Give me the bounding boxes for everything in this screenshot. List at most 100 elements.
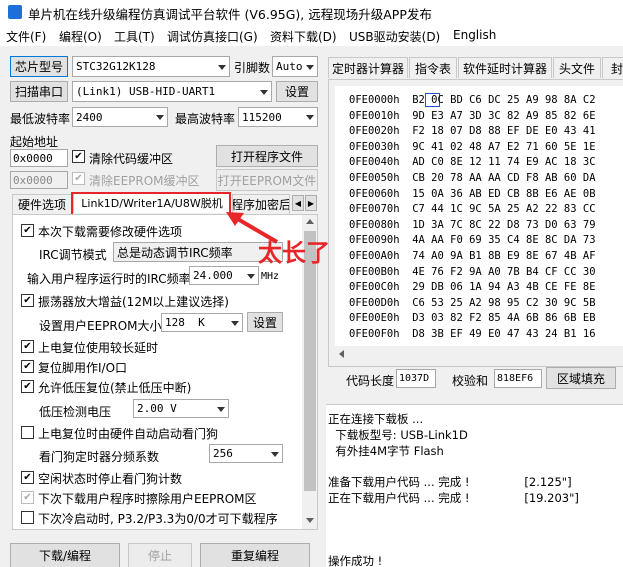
download-program-button[interactable]: 下载/编程: [10, 543, 120, 567]
tab-hardware-options[interactable]: 硬件选项: [12, 194, 72, 214]
hex-bytes: D3 03 82 F2 85 4A 6B 86 6B EB: [412, 312, 596, 325]
opt-eeprom-erase-checkbox[interactable]: ✔: [21, 491, 34, 504]
opt-modify-hw-label: 本次下载需要修改硬件选项: [38, 225, 183, 239]
tab-scroll-left-button[interactable]: ◀: [292, 195, 304, 211]
scan-port-button[interactable]: 扫描串口: [10, 81, 68, 102]
scroll-thumb[interactable]: [304, 231, 316, 491]
max-baud-label: 最高波特率: [175, 112, 236, 126]
menu-download[interactable]: 资料下载(D): [270, 28, 337, 45]
hex-row: 0FE00A0h 74 A0 9A B1 8B E9 8E 67 4B AF: [349, 250, 596, 265]
irc-mode-label: IRC调节模式: [39, 248, 107, 262]
chevron-down-icon: [271, 451, 279, 457]
hex-address: 0FE0050h: [349, 172, 413, 184]
scroll-up-icon[interactable]: [306, 219, 314, 224]
port-select[interactable]: (Link1) USB-HID-UART1: [72, 81, 272, 102]
opt-amp-checkbox[interactable]: ✔: [21, 294, 34, 307]
eeprom-size-set-button[interactable]: 设置: [247, 312, 283, 332]
min-baud-select[interactable]: 2400: [72, 107, 168, 127]
scroll-down-icon[interactable]: [306, 518, 314, 523]
opt-idle-wdt-checkbox[interactable]: ✔: [21, 471, 34, 484]
hex-bytes: B2 0C BD C6 DC 25 A9 98 8A C2: [412, 94, 596, 106]
open-program-button[interactable]: 打开程序文件: [216, 145, 318, 167]
min-baud-label: 最低波特率: [10, 112, 71, 126]
hex-address: 0FE00D0h: [349, 296, 413, 309]
max-baud-select[interactable]: 115200: [238, 107, 318, 127]
chevron-down-icon: [247, 273, 255, 279]
eeprom-size-select[interactable]: 128 K: [161, 313, 243, 332]
start-address-label: 起始地址: [10, 135, 59, 149]
hex-row: 0FE0050h CB 20 78 AA AA CD F8 AB 60 DA: [349, 172, 596, 187]
irc-freq-select[interactable]: 24.000: [189, 266, 259, 285]
hex-view-panel: 0FE0000h B2 0C BD C6 DC 25 A9 98 8A C2 0F…: [328, 79, 623, 367]
tab-more[interactable]: 封: [602, 57, 623, 78]
hex-dump[interactable]: 0FE0000h B2 0C BD C6 DC 25 A9 98 8A C2 0F…: [335, 86, 623, 346]
opt-amp-label: 振荡器放大增益(12M以上建议选择): [38, 295, 229, 309]
pin-count-label: 引脚数: [234, 61, 271, 75]
chevron-down-icon: [231, 320, 239, 326]
opt-modify-hw-checkbox[interactable]: ✔: [21, 224, 34, 237]
menu-file[interactable]: 文件(F): [6, 28, 46, 45]
hex-row: 0FE0030h 9C 41 02 48 A7 E2 71 60 5E 1E: [349, 141, 596, 156]
wdt-div-select[interactable]: 256: [209, 444, 283, 463]
hex-address: 0FE0030h: [349, 140, 413, 153]
opt-cold-boot-label: 下次冷启动时, P3.2/P3.3为0/0才可下载程序: [38, 512, 278, 526]
pin-count-select[interactable]: Auto: [272, 56, 318, 77]
code-address-input[interactable]: 0x0000: [10, 149, 68, 167]
chip-model-button[interactable]: 芯片型号: [10, 56, 68, 77]
wdt-div-value: 256: [213, 447, 233, 460]
log-output[interactable]: 正在连接下载板 ... 下载板型号: USB-Link1D 有外挂4M字节 Fl…: [326, 404, 623, 567]
tab-delay-calculator[interactable]: 软件延时计算器: [458, 57, 552, 78]
log-line: 准备下载用户代码 ... 完成 ! [2.125"]: [328, 475, 572, 490]
hex-bytes: 74 A0 9A B1 8B E9 8E 67 4B AF: [412, 250, 596, 262]
opt-lvd-checkbox[interactable]: ✔: [21, 380, 34, 393]
menu-bar: 文件(F) 编程(O) 工具(T) 调试仿真接口(G) 资料下载(D) USB驱…: [0, 24, 623, 46]
chip-model-select[interactable]: STC32G12K128: [72, 56, 230, 77]
hex-hscrollbar[interactable]: [335, 348, 623, 360]
port-settings-button[interactable]: 设置: [276, 81, 318, 102]
opt-delay-checkbox[interactable]: ✔: [21, 340, 34, 353]
eeprom-size-value: 128 K: [165, 316, 205, 329]
app-icon: [8, 5, 22, 19]
hex-address: 0FE0090h: [349, 234, 413, 247]
hex-bytes: 15 0A 36 AB ED CB 8B E6 AE 0B: [412, 187, 596, 200]
menu-usb-driver[interactable]: USB驱动安装(D): [349, 28, 440, 45]
repeat-program-button[interactable]: 重复编程: [200, 543, 310, 567]
hex-bytes: 1D 3A 7C 8C 22 D8 73 D0 63 79: [412, 218, 596, 231]
clear-eeprom-checkbox[interactable]: ✔: [72, 172, 85, 185]
region-fill-button[interactable]: 区域填充: [546, 367, 616, 389]
lvd-voltage-select[interactable]: 2.00 V: [133, 399, 229, 418]
menu-english[interactable]: English: [453, 28, 496, 42]
scroll-left-icon[interactable]: [339, 350, 344, 358]
stop-button[interactable]: 停止: [128, 543, 192, 567]
menu-tools[interactable]: 工具(T): [114, 28, 155, 45]
annotation-text: 太长了: [258, 239, 330, 267]
irc-unit-label: MHz: [261, 271, 280, 282]
hex-address: 0FE0020h: [349, 125, 413, 138]
min-baud-value: 2400: [76, 110, 103, 124]
hex-address: 0FE00C0h: [349, 281, 413, 294]
log-line: 有外挂4M字节 Flash: [328, 443, 444, 458]
chip-model-value: STC32G12K128: [76, 60, 156, 73]
pin-count-value: Auto: [276, 60, 303, 73]
hex-row: 0FE0040h AD C0 8E 12 11 74 E9 AC 18 3C: [349, 156, 596, 171]
clear-code-checkbox[interactable]: ✔: [72, 150, 85, 163]
hex-row: 0FE0070h C7 44 1C 9C 5A 25 A2 22 83 CC: [349, 203, 596, 218]
tab-timer-calculator[interactable]: 定时器计算器: [328, 57, 408, 78]
tab-header-file[interactable]: 头文件: [553, 57, 601, 78]
hex-bytes: 9C 41 02 48 A7 E2 71 60 5E 1E: [412, 140, 596, 153]
hex-address: 0FE00F0h: [349, 328, 413, 340]
code-length-label: 代码长度: [346, 374, 395, 388]
chevron-down-icon: [217, 406, 225, 412]
hex-row: 0FE0090h 4A AA F0 69 35 C4 8E 8C DA 73: [349, 234, 596, 249]
hex-bytes: 4E 76 F2 9A A0 7B B4 CF CC 30: [412, 265, 596, 278]
open-eeprom-button[interactable]: 打开EEPROM文件: [216, 169, 318, 191]
opt-wdt-checkbox[interactable]: [21, 426, 34, 439]
menu-debug[interactable]: 调试仿真接口(G): [167, 28, 258, 45]
eeprom-address-input[interactable]: 0x0000: [10, 171, 68, 189]
menu-program[interactable]: 编程(O): [59, 28, 102, 45]
hex-address: 0FE00A0h: [349, 250, 413, 262]
opt-cold-boot-checkbox[interactable]: [21, 511, 34, 524]
tab-instruction-table[interactable]: 指令表: [409, 57, 457, 78]
tab-scroll-right-button[interactable]: ▶: [305, 195, 317, 211]
opt-reset-io-checkbox[interactable]: ✔: [21, 360, 34, 373]
